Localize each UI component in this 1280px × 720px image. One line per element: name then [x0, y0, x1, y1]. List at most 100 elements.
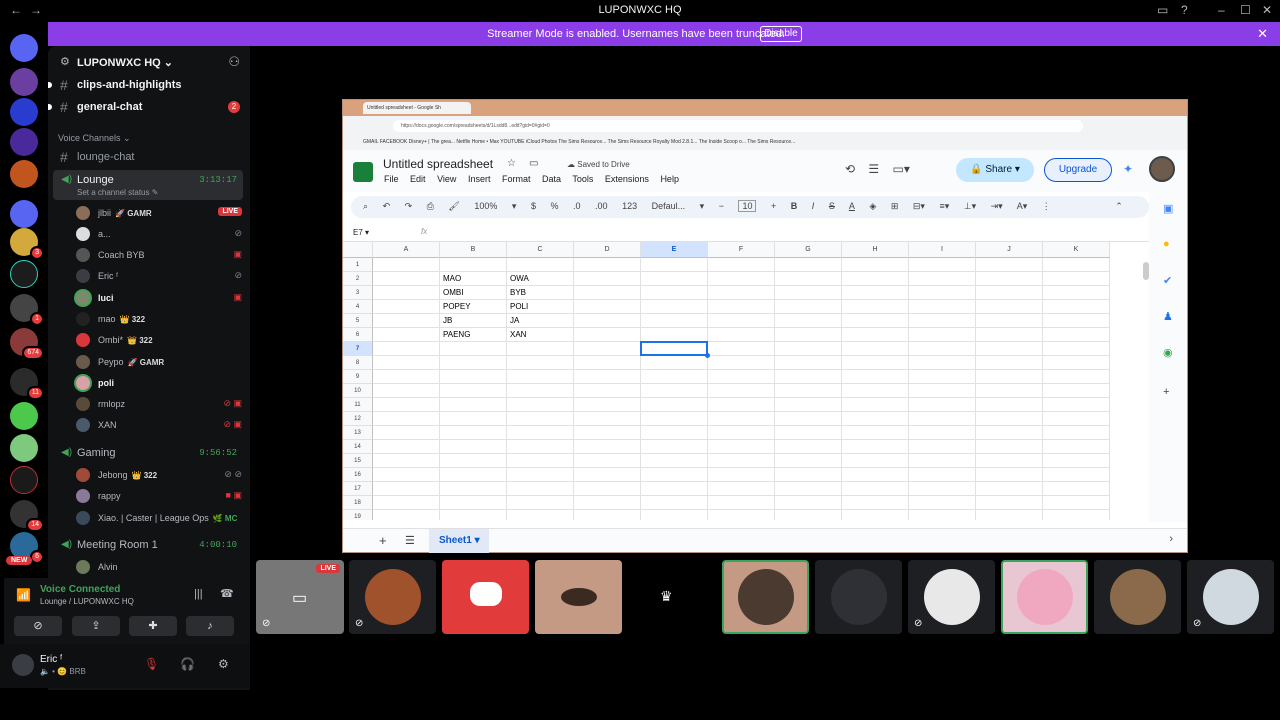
row-header[interactable]: 10: [343, 384, 373, 398]
maps-icon[interactable]: ◉: [1163, 346, 1173, 359]
bookmarks-bar[interactable]: GMAIL FACEBOOK Disney+ | The grea... Net…: [343, 136, 1187, 150]
channel-general-chat[interactable]: # general-chat 2: [48, 97, 244, 117]
cell-C5[interactable]: JA: [510, 314, 519, 328]
borders-icon[interactable]: ⊞: [891, 201, 899, 211]
server-header[interactable]: ⚙ LUPONWXC HQ ⌄ ⚇: [48, 46, 250, 78]
selected-cell[interactable]: [640, 341, 710, 358]
server-icon-fissure[interactable]: [10, 466, 38, 494]
increase-decimal-icon[interactable]: .00: [595, 201, 608, 211]
tile-stream[interactable]: ▭ LIVE ⊘: [256, 560, 344, 634]
menu-insert[interactable]: Insert: [468, 174, 491, 184]
menu-data[interactable]: Data: [542, 174, 561, 184]
profile-avatar[interactable]: [1149, 156, 1175, 182]
undo-icon[interactable]: ↶: [383, 201, 391, 211]
server-icon-folder-2[interactable]: [10, 200, 38, 228]
voice-channel-lounge[interactable]: ◀) Lounge 3:13:17 Set a channel status ✎: [53, 170, 243, 200]
browser-tab[interactable]: Untitled spreadsheet - Google Sh: [363, 102, 471, 114]
number-format-icon[interactable]: 123: [622, 201, 637, 211]
increase-font-icon[interactable]: +: [771, 201, 776, 211]
tile-participant[interactable]: ⊘: [908, 560, 995, 634]
voice-connected-label[interactable]: Voice Connected: [40, 584, 120, 595]
tasks-icon[interactable]: ✔: [1163, 274, 1172, 287]
maximize-icon[interactable]: ☐: [1240, 3, 1251, 17]
voice-member[interactable]: Eric ᶠ ⊘: [76, 266, 242, 286]
row-header[interactable]: 4: [343, 300, 373, 314]
row-header[interactable]: 16: [343, 468, 373, 482]
tile-participant-speaking[interactable]: [722, 560, 809, 634]
row-header[interactable]: 8: [343, 356, 373, 370]
share-button[interactable]: 🔒 Share ▾: [956, 158, 1034, 182]
server-icon-7[interactable]: 674: [10, 328, 44, 360]
menu-format[interactable]: Format: [502, 174, 531, 184]
voice-location[interactable]: Lounge / LUPONWXC HQ: [40, 597, 134, 606]
server-icon-1[interactable]: [10, 68, 38, 96]
share-screen-button[interactable]: ⇪: [72, 616, 120, 636]
cell-B5[interactable]: JB: [443, 314, 452, 328]
cell-B6[interactable]: PAENG: [443, 328, 470, 342]
document-title[interactable]: Untitled spreadsheet: [383, 157, 493, 171]
keep-icon[interactable]: ●: [1163, 238, 1170, 250]
wrap-icon[interactable]: ⇥▾: [991, 201, 1003, 211]
row-header[interactable]: 12: [343, 412, 373, 426]
collapse-icon[interactable]: ⌃: [1115, 201, 1123, 211]
menu-tools[interactable]: Tools: [572, 174, 593, 184]
upgrade-button[interactable]: Upgrade: [1044, 158, 1112, 182]
italic-icon[interactable]: I: [812, 201, 815, 211]
row-header[interactable]: 5: [343, 314, 373, 328]
menu-file[interactable]: File: [384, 174, 399, 184]
font-select[interactable]: Defaul... ▾: [652, 201, 705, 211]
tile-participant[interactable]: [815, 560, 902, 634]
column-header[interactable]: J: [976, 242, 1043, 258]
voice-member[interactable]: Ombi* 👑 322: [76, 330, 242, 350]
voice-channel-gaming[interactable]: ◀) Gaming 9:56:52: [53, 443, 243, 463]
name-box[interactable]: E7 ▾: [353, 228, 369, 237]
valign-icon[interactable]: ⊥▾: [964, 201, 976, 211]
activities-button[interactable]: ✚: [129, 616, 177, 636]
zoom-select[interactable]: 100% ▾: [474, 201, 516, 211]
calendar-icon[interactable]: ▣: [1163, 202, 1173, 215]
column-header[interactable]: F: [708, 242, 775, 258]
server-icon-cw[interactable]: 11: [10, 368, 44, 400]
row-header[interactable]: 3: [343, 286, 373, 300]
column-header[interactable]: E: [641, 242, 708, 258]
fill-handle[interactable]: [705, 353, 710, 358]
voice-channels-category[interactable]: Voice Channels ⌄: [58, 133, 131, 144]
menu-view[interactable]: View: [437, 174, 456, 184]
decrease-decimal-icon[interactable]: .0: [573, 201, 581, 211]
row-header[interactable]: 17: [343, 482, 373, 496]
settings-gear-icon[interactable]: ⚙: [218, 657, 229, 671]
channel-clips-and-highlights[interactable]: # clips-and-highlights: [48, 75, 244, 95]
search-icon[interactable]: ⌕: [363, 201, 368, 211]
noise-suppression-icon[interactable]: |||: [194, 588, 203, 600]
voice-member[interactable]: rappy ■ ▣: [76, 486, 242, 506]
camera-off-button[interactable]: ⊘: [14, 616, 62, 636]
column-header[interactable]: G: [775, 242, 842, 258]
align-icon[interactable]: ≡▾: [939, 201, 949, 211]
row-header[interactable]: 13: [343, 426, 373, 440]
tile-participant[interactable]: ⊘: [349, 560, 436, 634]
inbox-icon[interactable]: ▭: [1157, 3, 1168, 17]
server-icon-9[interactable]: [10, 434, 38, 462]
voice-member[interactable]: Coach BYB ▣: [76, 245, 242, 265]
strikethrough-icon[interactable]: S: [829, 201, 835, 211]
sheet-tab[interactable]: Sheet1 ▾: [429, 529, 489, 553]
column-header[interactable]: A: [373, 242, 440, 258]
headphones-icon[interactable]: 🎧: [180, 657, 195, 671]
help-icon[interactable]: ?: [1181, 3, 1188, 17]
screen-share-google-sheets[interactable]: Untitled spreadsheet - Google Sh https:/…: [342, 99, 1188, 553]
column-header[interactable]: C: [507, 242, 574, 258]
set-channel-status[interactable]: Set a channel status ✎: [77, 188, 158, 197]
select-all-corner[interactable]: [343, 242, 373, 258]
disconnect-icon[interactable]: ☎: [220, 587, 234, 600]
close-banner-icon[interactable]: ✕: [1257, 26, 1268, 42]
url-field[interactable]: https://docs.google.com/spreadsheets/d/1…: [393, 120, 1083, 132]
voice-member[interactable]: rmlopz ⊘ ▣: [76, 394, 242, 414]
voice-member[interactable]: luci ▣: [76, 288, 242, 308]
menu-help[interactable]: Help: [660, 174, 679, 184]
cell-C6[interactable]: XAN: [510, 328, 526, 342]
row-header[interactable]: 1: [343, 258, 373, 272]
tile-participant[interactable]: [535, 560, 622, 634]
server-icon-3[interactable]: [10, 128, 38, 156]
server-icon-x[interactable]: [10, 260, 38, 288]
column-header[interactable]: K: [1043, 242, 1110, 258]
